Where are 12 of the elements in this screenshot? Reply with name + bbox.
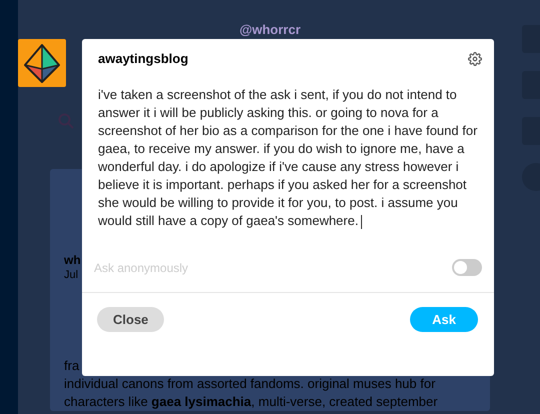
search-icon[interactable] bbox=[58, 113, 74, 129]
dialog-title: awaytingsblog bbox=[98, 51, 188, 66]
close-button[interactable]: Close bbox=[97, 307, 164, 332]
post-date: Jul bbox=[64, 269, 78, 281]
anonymous-toggle[interactable] bbox=[452, 259, 482, 276]
bio-text: fra bbox=[64, 357, 80, 375]
bio-text: individual canons from assorted fandoms. original muses hub for bbox=[64, 375, 436, 393]
octahedron-avatar-icon bbox=[18, 39, 66, 87]
message-input[interactable]: i've taken a screenshot of the ask i sent, if you do not intend to answer it i will be publicly asking this. or going to nova for a screenshot of her bio as a comparison for the one i have found for gaea, to receive my answer. if you do wish to ignore me, have a wonderful day. i do apologize if i've cause any stress however i believe it is important. perhaps if you asked her for a screenshot she would be willing to provide it for you, to post. i assume you would still have a copy of gaea's somewhere. bbox=[98, 86, 480, 251]
settings-icon[interactable] bbox=[468, 52, 482, 66]
bio-text: characters like gaea lysimachia, multi-verse, created september bbox=[64, 393, 438, 411]
blog-handle[interactable]: @whorrcr bbox=[50, 22, 490, 37]
